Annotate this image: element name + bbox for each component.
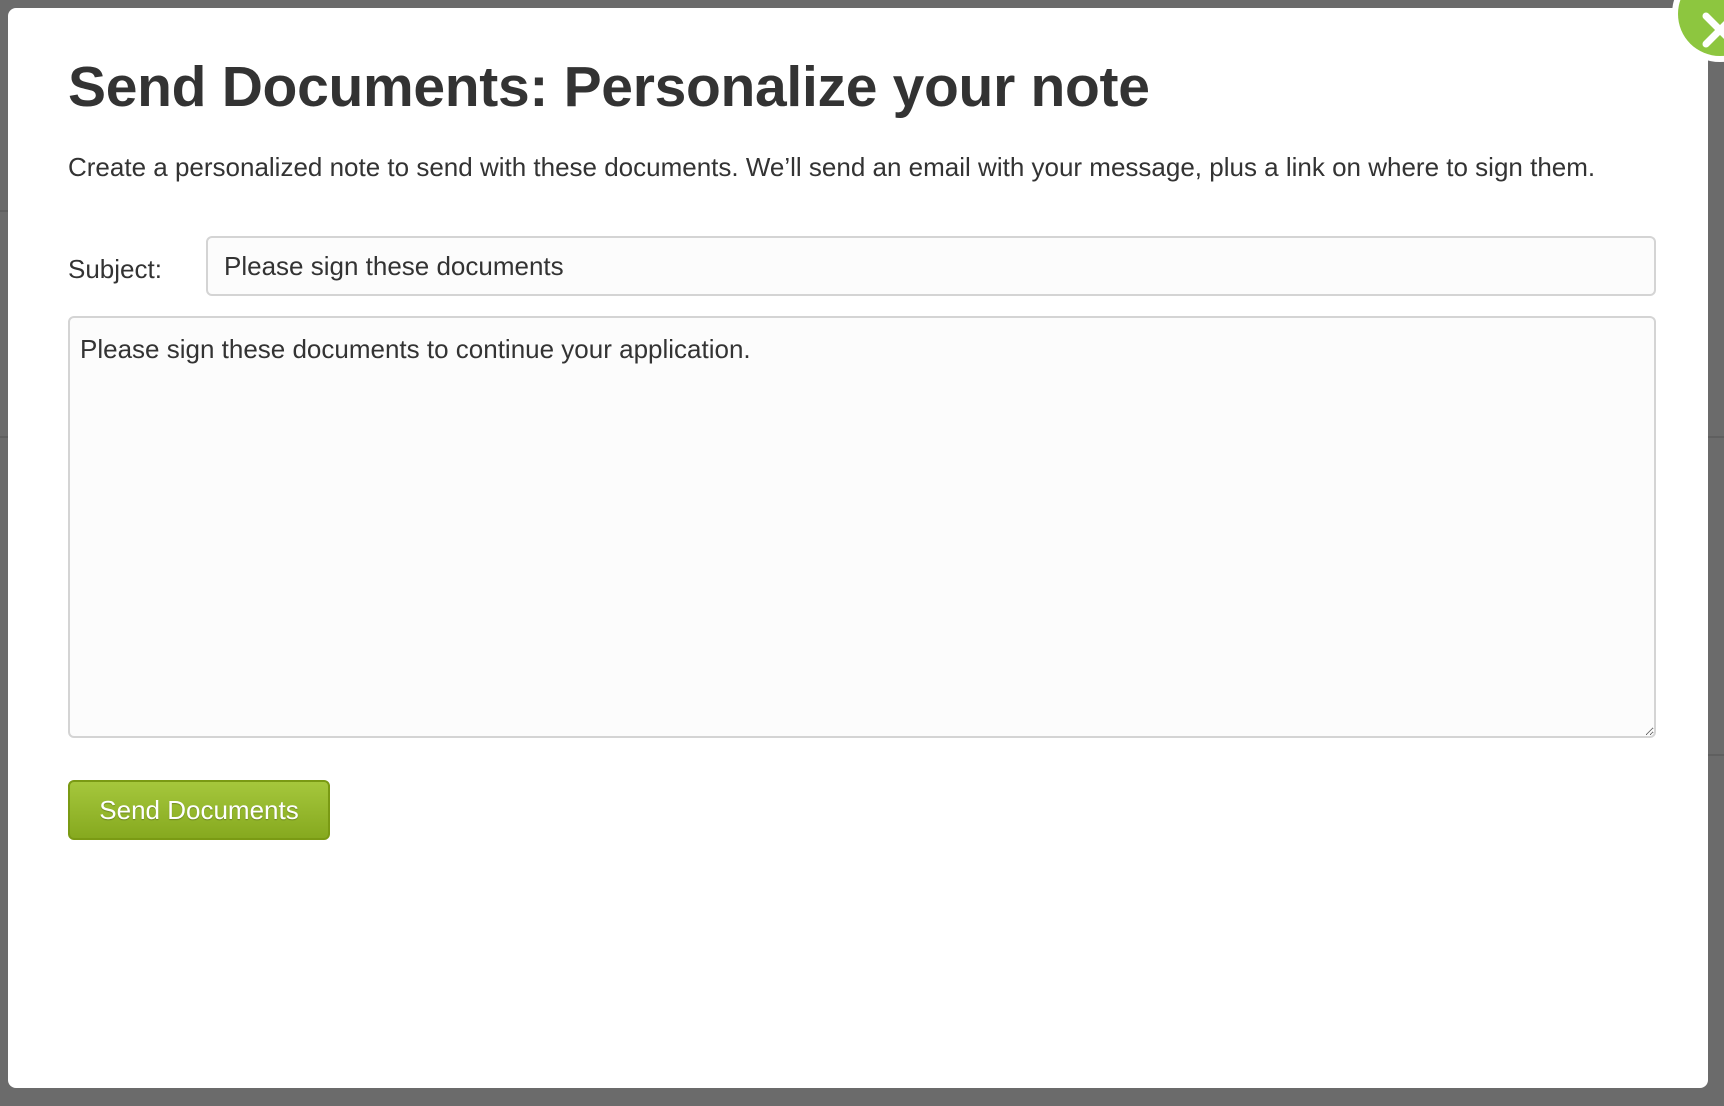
- close-button[interactable]: [1672, 0, 1724, 62]
- modal-description: Create a personalized note to send with …: [68, 152, 1596, 182]
- subject-input[interactable]: [206, 236, 1656, 296]
- send-documents-modal: Send Documents: Personalize your note Cr…: [8, 0, 1724, 1088]
- background-divider: [1708, 436, 1724, 438]
- send-documents-button[interactable]: Send Documents: [68, 780, 330, 840]
- message-textarea[interactable]: Please sign these documents to continue …: [68, 316, 1656, 738]
- background-divider: [1708, 754, 1724, 756]
- modal-title: Send Documents: Personalize your note: [68, 55, 1150, 119]
- close-button-circle: [1678, 0, 1724, 56]
- subject-label: Subject:: [68, 254, 162, 284]
- background-divider: [0, 210, 8, 212]
- close-x-icon: [1702, 12, 1724, 48]
- background-divider: [0, 436, 8, 438]
